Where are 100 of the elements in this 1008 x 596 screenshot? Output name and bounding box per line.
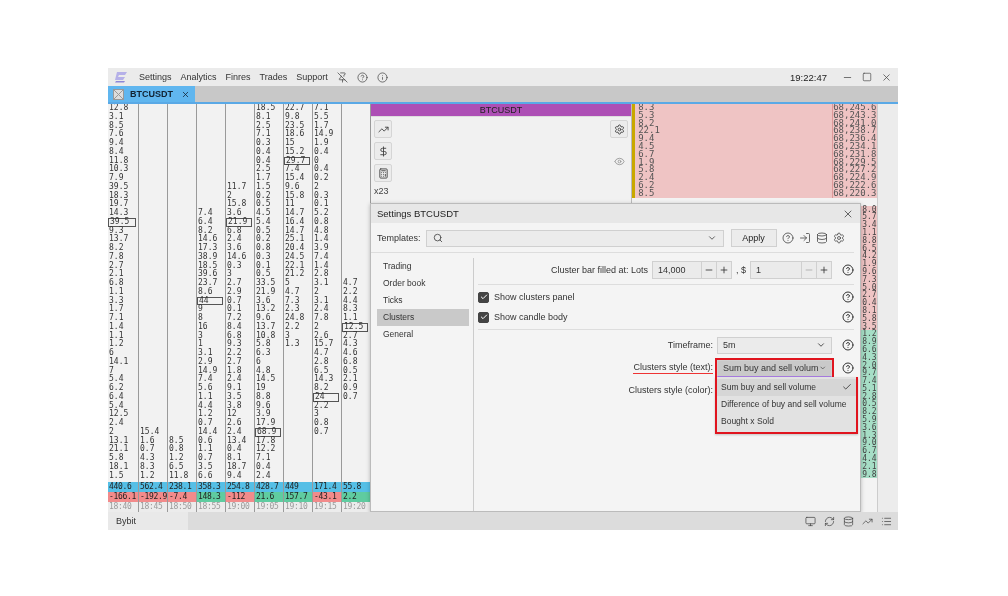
eye-icon[interactable]: [614, 156, 626, 167]
exchange-tab[interactable]: Bybit: [108, 512, 188, 530]
order-volume: 5.3: [632, 111, 833, 120]
nav-item[interactable]: Clusters: [377, 309, 469, 326]
cluster-value: 11.8: [108, 156, 130, 165]
cluster-value: 7.4: [284, 165, 300, 174]
menu-item[interactable]: Trades: [259, 72, 288, 82]
chart-icon[interactable]: [374, 120, 392, 138]
help-icon[interactable]: [356, 71, 368, 83]
help-icon[interactable]: [781, 232, 794, 244]
plus-icon[interactable]: [719, 265, 729, 275]
timeframe-select[interactable]: 5m: [717, 336, 832, 354]
cluster-value: 9: [197, 305, 204, 314]
cluster-value: 1.2: [168, 454, 185, 462]
info-icon[interactable]: [376, 71, 388, 83]
help-icon[interactable]: [842, 291, 854, 303]
price-fragment: 9.8: [861, 470, 878, 479]
cluster-value: 0.7: [226, 296, 243, 305]
calculator-icon[interactable]: [374, 164, 392, 182]
cluster-value: 14.7: [284, 226, 306, 235]
menu-item[interactable]: Analytics: [180, 72, 217, 82]
apply-button[interactable]: Apply: [730, 229, 777, 247]
menu-item[interactable]: Support: [296, 72, 328, 82]
cluster-time: 19:15: [313, 502, 341, 512]
menu-item[interactable]: Finres: [225, 72, 251, 82]
clusters-color-label: Clusters style (color):: [628, 385, 713, 395]
chevron-down-icon[interactable]: [706, 233, 717, 243]
dropdown-option[interactable]: Sum buy and sell volume: [717, 378, 856, 396]
cluster-value: 3.5: [226, 392, 243, 401]
help-icon[interactable]: [842, 339, 854, 351]
cluster-value: 6.4: [108, 392, 125, 401]
cluster-value: 0.5: [342, 366, 359, 375]
close-icon[interactable]: [881, 71, 892, 83]
cluster-value: 14.1: [108, 357, 130, 366]
nav-item[interactable]: Ticks: [377, 292, 469, 309]
close-icon[interactable]: [181, 89, 190, 99]
cluster-value: 1.8: [226, 366, 243, 375]
dropdown-option[interactable]: Bought x Sold: [717, 412, 856, 430]
cluster-value: 3.3: [108, 296, 125, 305]
cluster-value: 8.2: [197, 226, 213, 235]
order-volume: 2.4: [632, 174, 833, 182]
help-icon[interactable]: [842, 362, 854, 374]
order-volume: 8.5: [632, 189, 833, 198]
order-volume: 4.5: [632, 143, 833, 151]
database-icon[interactable]: [843, 515, 854, 527]
cluster-value: 9.6: [284, 182, 301, 191]
maximize-icon[interactable]: [862, 72, 872, 82]
cluster-value: 0.8: [168, 445, 185, 454]
price-fragment: 6.7: [861, 447, 878, 456]
nav-item[interactable]: Order book: [377, 275, 469, 292]
pin-off-icon[interactable]: [336, 71, 348, 83]
cluster-value: 15.2: [284, 147, 306, 156]
price-fragment: 9.7: [861, 369, 878, 378]
cluster-value: 8.3: [139, 462, 156, 471]
refresh-icon[interactable]: [824, 515, 835, 527]
cluster-value: 13.7: [255, 322, 277, 331]
cluster-total: 562.4: [139, 482, 167, 492]
cluster-value: 21.1: [108, 445, 130, 454]
import-icon[interactable]: [798, 232, 811, 244]
nav-item[interactable]: Trading: [377, 258, 469, 275]
database-icon[interactable]: [815, 232, 828, 244]
cluster-value: 0.3: [226, 261, 243, 270]
cluster-value: 1.2: [108, 340, 125, 349]
cluster-value: 14.4: [197, 427, 219, 436]
cluster-value: 17.8: [255, 436, 277, 445]
cluster-value: 2.7: [342, 331, 359, 340]
cluster-value: 6.8: [342, 357, 359, 366]
help-icon[interactable]: [842, 264, 854, 276]
multiplier-label: x23: [374, 186, 389, 196]
cluster-value: 7.6: [108, 130, 125, 139]
price-fragment: 8.1: [861, 306, 878, 315]
monitor-icon[interactable]: [805, 515, 816, 527]
price-fragment: 8.8: [861, 236, 878, 245]
templates-search-field[interactable]: [425, 229, 724, 247]
cluster-value: 2: [313, 287, 320, 296]
check-icon: [479, 293, 488, 301]
cluster-value: 9.4: [108, 139, 125, 147]
cluster-delta: -166.1: [108, 492, 138, 502]
price-fragment: 7.3: [861, 275, 878, 284]
cluster-value: 6.3: [255, 349, 272, 357]
cluster-bar-label: Cluster bar filled at: Lots: [550, 265, 648, 275]
settings-icon[interactable]: [832, 232, 845, 244]
clusters-text-select[interactable]: Sum buy and sell volum: [717, 359, 832, 377]
cluster-value: 8.5: [168, 436, 185, 445]
cluster-time: 18:55: [197, 502, 225, 512]
cluster-value: 14.6: [197, 235, 219, 244]
dropdown-option[interactable]: Difference of buy and sell volume: [717, 395, 856, 413]
dollar-icon[interactable]: [374, 142, 392, 160]
checkbox[interactable]: [478, 311, 489, 323]
menu-item[interactable]: Settings: [139, 72, 172, 82]
cluster-value: 1.1: [108, 331, 125, 340]
help-icon[interactable]: [842, 311, 854, 323]
lots-field[interactable]: 14,000: [652, 261, 732, 279]
order-price: 68,224.9: [832, 174, 878, 182]
price-fragment: 4.4: [861, 455, 878, 463]
list-icon[interactable]: [881, 515, 892, 527]
tab[interactable]: BTCUSDT: [108, 86, 195, 102]
nav-item[interactable]: General: [377, 326, 469, 343]
checkbox[interactable]: [478, 291, 489, 303]
cluster-value: 0.1: [226, 305, 243, 314]
